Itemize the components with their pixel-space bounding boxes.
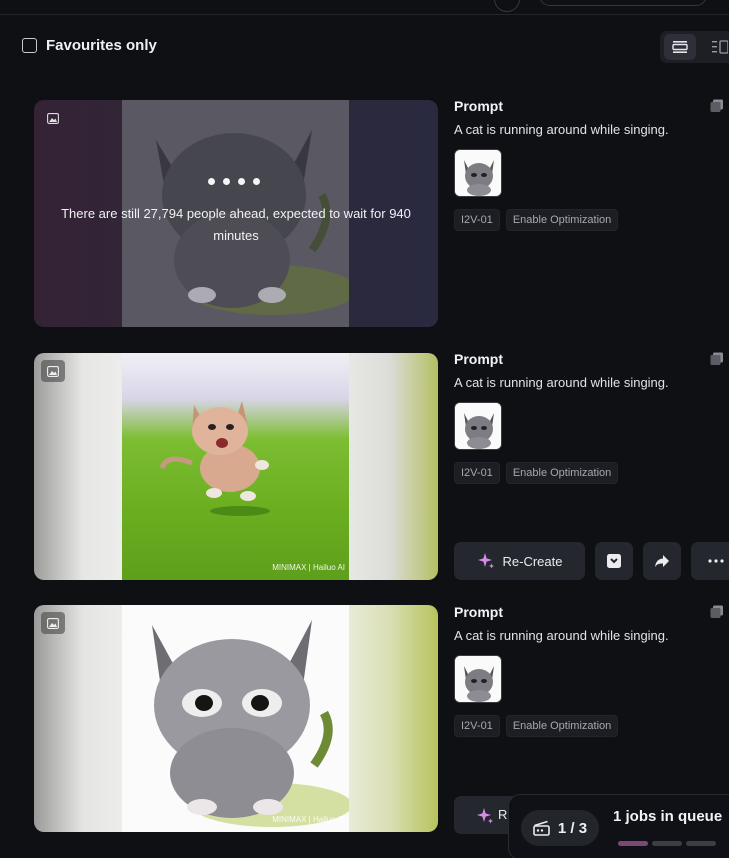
watermark: MINIMAX | Hailuo AI bbox=[272, 563, 345, 572]
watermark: MINIMAX | Hailuo AI bbox=[272, 815, 345, 824]
video-card[interactable]: MINIMAX | Hailuo AI bbox=[34, 605, 438, 832]
sparkle-icon bbox=[477, 553, 494, 569]
copy-icon[interactable] bbox=[710, 605, 724, 619]
video-card-queued[interactable]: There are still 27,794 people ahead, exp… bbox=[34, 100, 438, 327]
more-options-button[interactable] bbox=[691, 542, 729, 580]
favourites-filter[interactable]: Favourites only bbox=[22, 37, 157, 54]
video-thumbnail: MINIMAX | Hailuo AI bbox=[122, 605, 349, 832]
optimization-tag: Enable Optimization bbox=[505, 462, 619, 484]
sparkle-icon bbox=[477, 808, 493, 824]
cat-reference-icon bbox=[455, 403, 501, 449]
top-round-button[interactable] bbox=[494, 0, 520, 12]
cat-reference-icon bbox=[455, 656, 501, 702]
prompt-panel: Prompt A cat is running around while sin… bbox=[454, 351, 729, 484]
list-view-icon bbox=[672, 41, 688, 53]
queue-counter[interactable]: 1 / 3 bbox=[521, 810, 599, 846]
progress-segment bbox=[618, 841, 648, 846]
queue-label: 1 jobs in queue bbox=[613, 808, 723, 825]
queue-panel[interactable]: 1 / 3 1 jobs in queue bbox=[508, 794, 729, 858]
recreate-label: Re-Create bbox=[502, 553, 563, 569]
list-view-button[interactable] bbox=[664, 34, 696, 60]
prompt-title: Prompt bbox=[454, 98, 503, 114]
video-card[interactable]: MINIMAX | Hailuo AI bbox=[34, 353, 438, 580]
reference-image[interactable] bbox=[454, 655, 502, 703]
recreate-label: R bbox=[498, 807, 508, 822]
queue-counter-text: 1 / 3 bbox=[557, 819, 588, 837]
optimization-tag: Enable Optimization bbox=[505, 209, 619, 231]
prompt-title: Prompt bbox=[454, 604, 503, 620]
download-icon bbox=[607, 554, 621, 568]
progress-segment bbox=[686, 841, 716, 846]
queue-wait-message: There are still 27,794 people ahead, exp… bbox=[61, 206, 411, 243]
cat-reference-icon bbox=[455, 150, 501, 196]
card-actions: Re-Create bbox=[454, 542, 729, 580]
prompt-text: A cat is running around while singing. bbox=[454, 628, 669, 643]
model-tag: I2V-01 bbox=[454, 209, 500, 231]
prompt-panel: Prompt A cat is running around while sin… bbox=[454, 604, 729, 737]
reference-image[interactable] bbox=[454, 149, 502, 197]
prompt-title: Prompt bbox=[454, 351, 503, 367]
detail-view-icon bbox=[712, 40, 728, 54]
model-tag: I2V-01 bbox=[454, 462, 500, 484]
grid-view-button[interactable] bbox=[704, 34, 729, 60]
copy-icon[interactable] bbox=[710, 352, 724, 366]
top-bar bbox=[0, 0, 729, 15]
running-cat-icon bbox=[159, 401, 270, 516]
more-icon bbox=[708, 559, 724, 563]
image-type-icon bbox=[41, 107, 65, 129]
clapperboard-icon bbox=[533, 820, 550, 836]
tag-list: I2V-01 Enable Optimization bbox=[454, 462, 729, 484]
prompt-text: A cat is running around while singing. bbox=[454, 122, 669, 137]
recreate-button[interactable]: Re-Create bbox=[454, 542, 585, 580]
prompt-panel: Prompt A cat is running around while sin… bbox=[454, 98, 729, 231]
share-button[interactable] bbox=[643, 542, 681, 580]
tag-list: I2V-01 Enable Optimization bbox=[454, 209, 729, 231]
tag-list: I2V-01 Enable Optimization bbox=[454, 715, 729, 737]
optimization-tag: Enable Optimization bbox=[505, 715, 619, 737]
share-icon bbox=[655, 555, 669, 567]
video-thumbnail: MINIMAX | Hailuo AI bbox=[122, 353, 349, 580]
grumpy-cat-icon bbox=[152, 620, 349, 827]
view-toggle bbox=[660, 31, 729, 63]
reference-image[interactable] bbox=[454, 402, 502, 450]
loading-dots bbox=[208, 178, 260, 185]
favourites-label: Favourites only bbox=[46, 37, 157, 54]
queue-progress bbox=[618, 841, 716, 846]
top-pill-control[interactable] bbox=[539, 0, 707, 6]
model-tag: I2V-01 bbox=[454, 715, 500, 737]
image-type-icon bbox=[41, 612, 65, 634]
download-button[interactable] bbox=[595, 542, 633, 580]
prompt-text: A cat is running around while singing. bbox=[454, 375, 669, 390]
progress-segment bbox=[652, 841, 682, 846]
favourites-checkbox[interactable] bbox=[22, 38, 37, 53]
copy-icon[interactable] bbox=[710, 99, 724, 113]
image-type-icon bbox=[41, 360, 65, 382]
